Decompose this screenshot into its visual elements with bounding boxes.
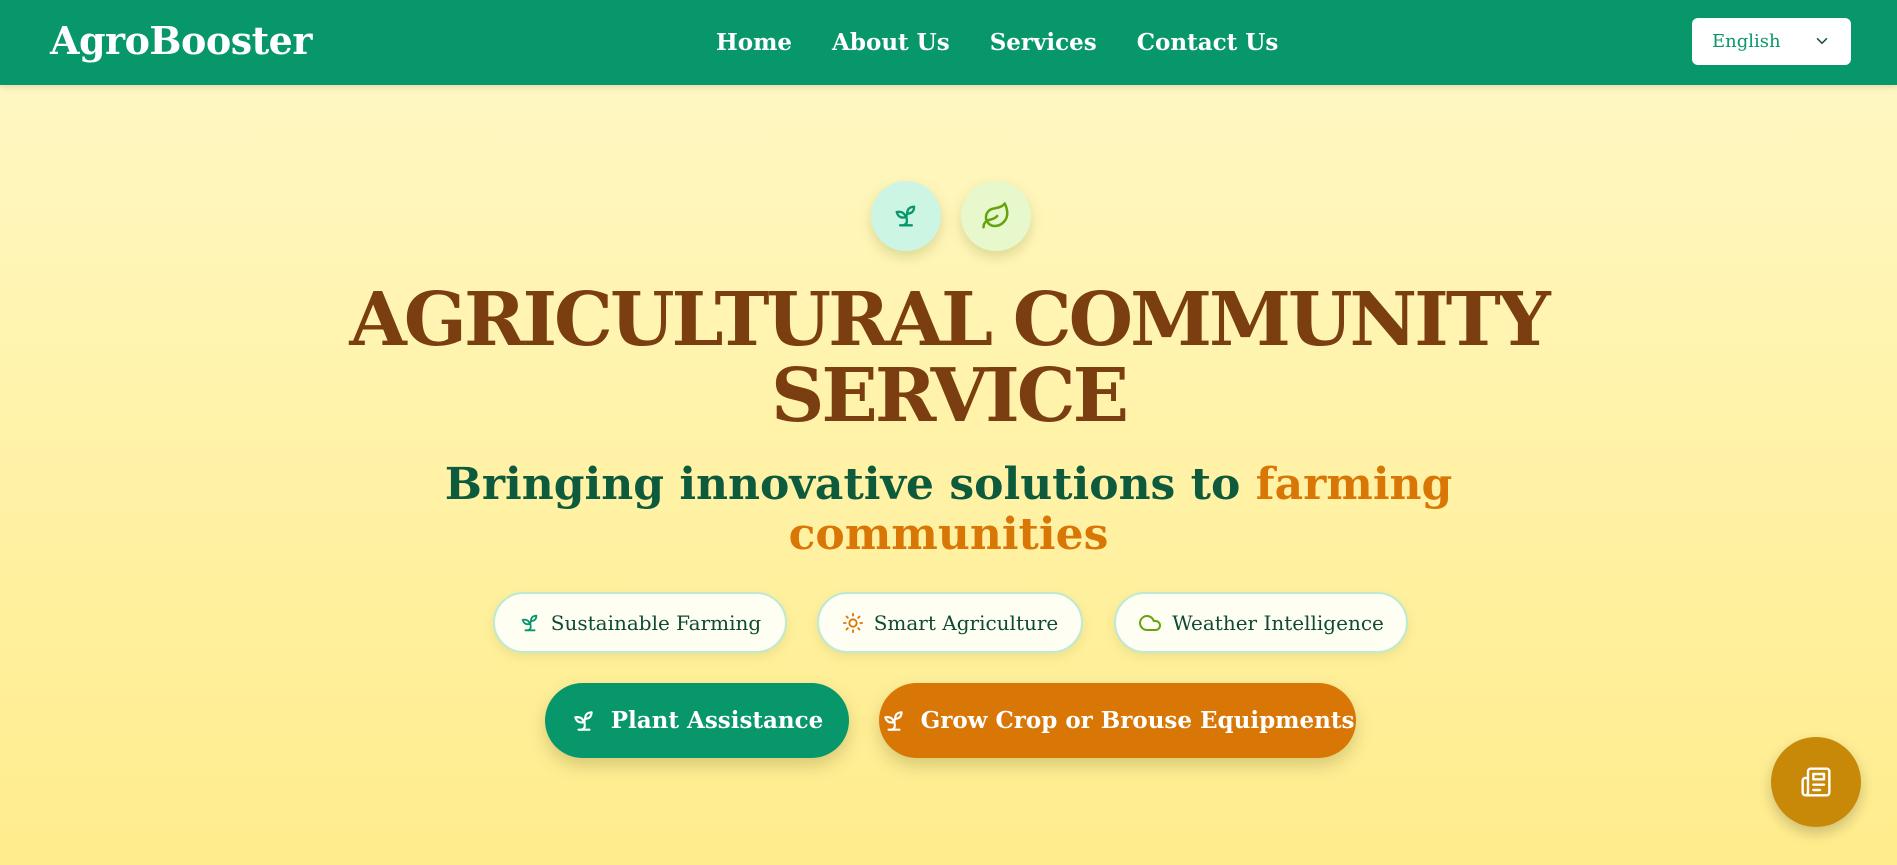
chevron-down-icon [1816,38,1828,44]
sprout-icon [573,710,593,731]
feature-label: Smart Agriculture [873,610,1059,635]
button-label: Grow Crop or Brouse Equipments [920,707,1355,734]
grow-crop-button[interactable]: Grow Crop or Brouse Equipments [879,683,1356,758]
hero-title: AGRICULTURAL COMMUNITY SERVICE [300,282,1597,434]
news-fab-button[interactable] [1771,737,1861,827]
subtitle-highlight-2: communities [788,509,1109,560]
sprout-icon [883,710,903,731]
sprout-icon [871,181,941,251]
sun-icon [842,612,863,633]
feature-pill-smart[interactable]: Smart Agriculture [817,592,1083,653]
hero-title-line1: AGRICULTURAL COMMUNITY [349,277,1550,363]
feature-pill-sustainable[interactable]: Sustainable Farming [493,592,787,653]
language-value: English [1712,31,1781,52]
feature-label: Sustainable Farming [550,610,762,635]
sprout-icon [521,614,538,631]
nav-services-link[interactable]: Services [990,29,1097,56]
nav-contact-link[interactable]: Contact Us [1137,29,1279,56]
top-navbar: AgroBooster Home About Us Services Conta… [0,0,1897,85]
subtitle-text: Bringing innovative solutions to [444,459,1241,510]
hero-title-line2: SERVICE [770,353,1129,439]
hero-subtitle: Bringing innovative solutions to farming… [420,460,1477,560]
subtitle-highlight: farming [1255,459,1453,510]
newspaper-icon [1801,767,1831,797]
button-label: Plant Assistance [610,707,824,734]
language-select[interactable]: English [1692,18,1851,65]
nav-about-link[interactable]: About Us [832,29,950,56]
main-nav: Home About Us Services Contact Us [716,0,1278,85]
feature-label: Weather Intelligence [1172,610,1384,635]
nav-home-link[interactable]: Home [716,29,792,56]
cloud-icon [1139,614,1162,631]
brand-logo[interactable]: AgroBooster [50,16,312,66]
feature-pill-weather[interactable]: Weather Intelligence [1114,592,1408,653]
leaf-icon [961,181,1031,251]
plant-assistance-button[interactable]: Plant Assistance [545,683,849,758]
